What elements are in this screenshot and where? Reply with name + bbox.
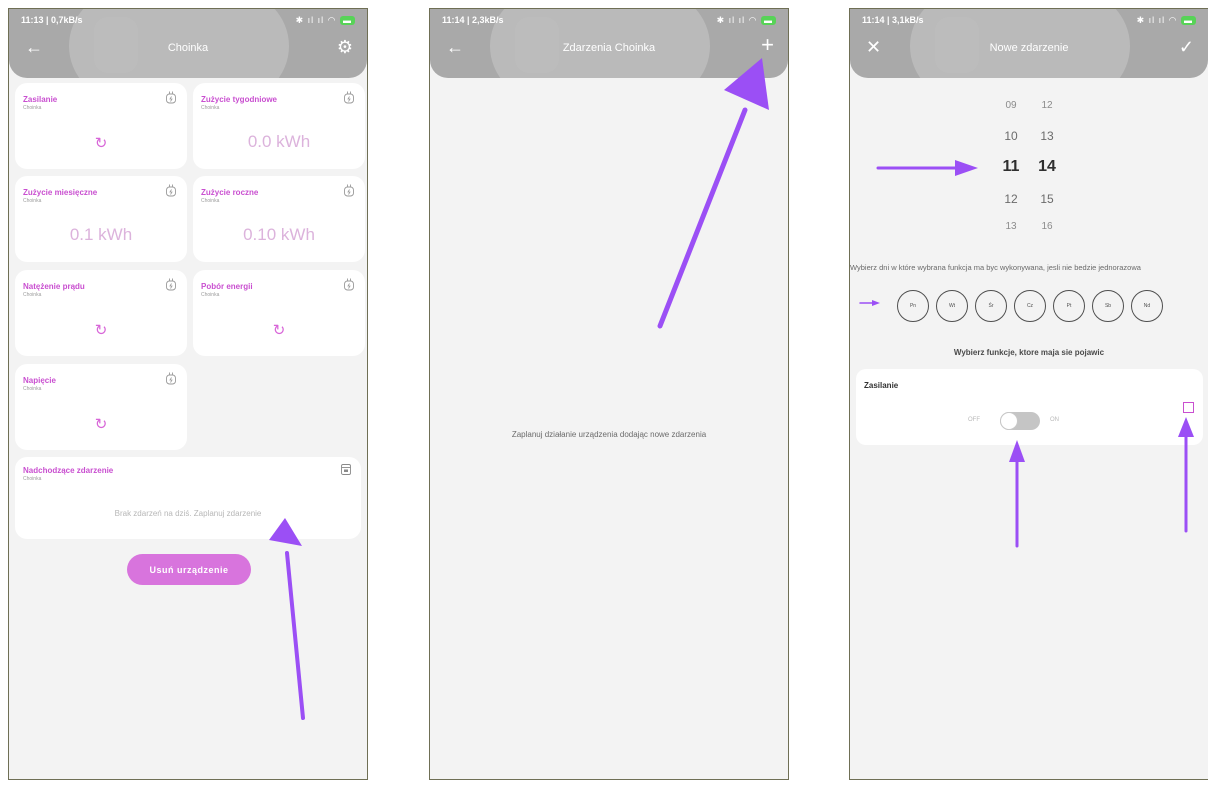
annotation-arrow [657, 107, 748, 329]
annotation-arrows [269, 58, 1194, 720]
annotation-arrowhead [1009, 440, 1025, 462]
annotation-arrowhead [1178, 417, 1194, 437]
annotation-arrowhead [724, 58, 769, 110]
annotation-arrowhead [955, 160, 978, 176]
annotation-arrow [285, 551, 305, 720]
annotation-arrowhead [872, 300, 880, 306]
annotation-arrowhead [269, 518, 302, 546]
